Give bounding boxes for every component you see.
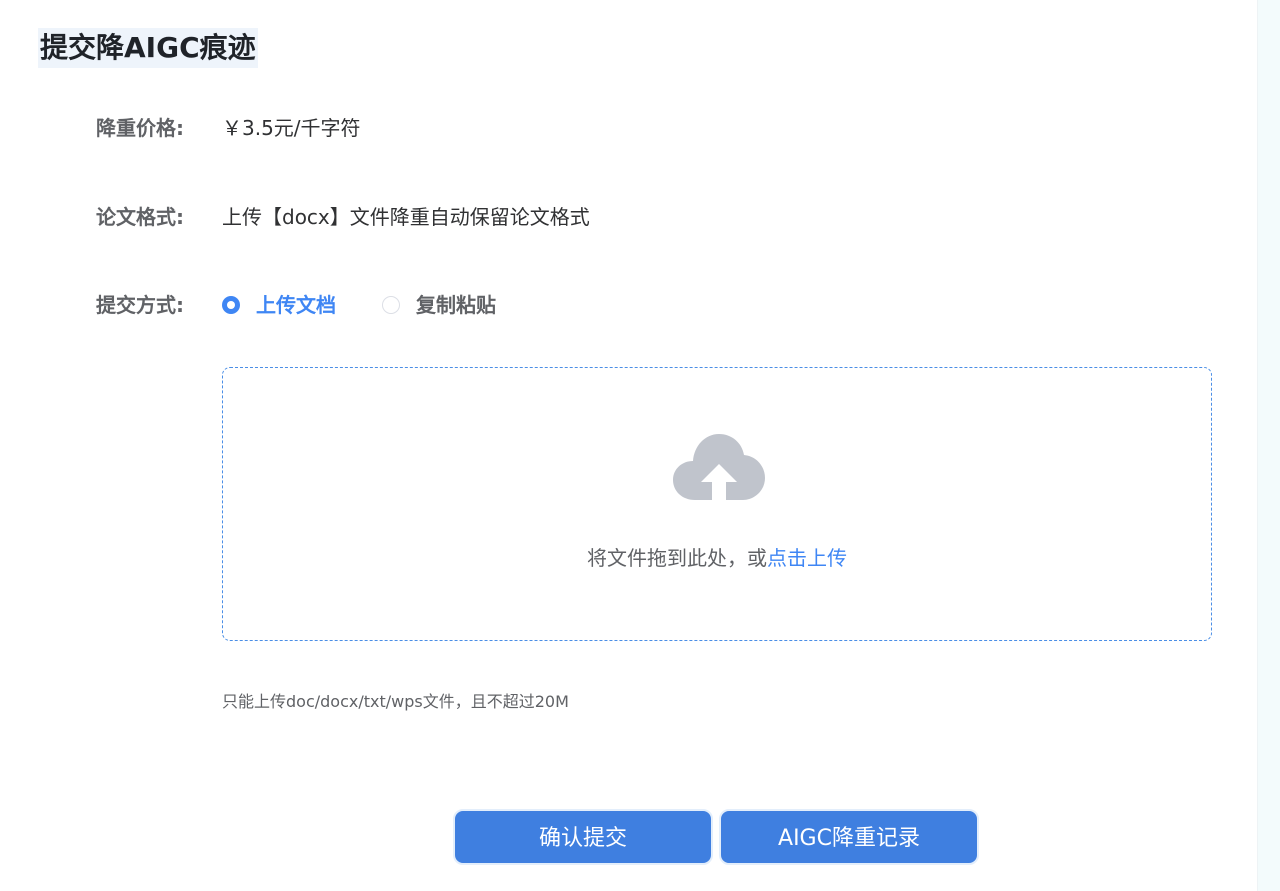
confirm-submit-button[interactable]: 确认提交 [453,809,713,865]
upload-hint-text: 将文件拖到此处，或 [587,546,767,570]
radio-upload-document[interactable]: 上传文档 [222,290,336,320]
method-label: 提交方式: [96,293,184,317]
upload-tip: 只能上传doc/docx/txt/wps文件，且不超过20M [222,692,569,711]
price-label: 降重价格: [96,116,184,140]
radio-copy-paste-label: 复制粘贴 [416,293,496,317]
upload-dropzone[interactable]: 将文件拖到此处，或点击上传 [222,367,1212,641]
method-radio-group: 上传文档 复制粘贴 [222,290,542,320]
format-value: 上传【docx】文件降重自动保留论文格式 [222,205,590,229]
radio-checked-icon[interactable] [222,296,240,314]
cloud-upload-icon [673,434,765,500]
radio-copy-paste[interactable]: 复制粘贴 [382,290,496,320]
format-row: 论文格式: 上传【docx】文件降重自动保留论文格式 [96,202,590,232]
page: 提交降AIGC痕迹 降重价格: ￥3.5元/千字符 论文格式: 上传【docx】… [0,0,1280,891]
format-label: 论文格式: [96,205,184,229]
aigc-records-button[interactable]: AIGC降重记录 [719,809,979,865]
price-value: ￥3.5元/千字符 [222,116,361,140]
page-title: 提交降AIGC痕迹 [38,28,258,68]
upload-hint: 将文件拖到此处，或点击上传 [223,542,1211,571]
radio-unchecked-icon[interactable] [382,296,400,314]
right-scroll-strip [1257,0,1280,891]
radio-upload-document-label: 上传文档 [256,293,336,317]
click-to-upload-link[interactable]: 点击上传 [767,546,847,570]
price-row: 降重价格: ￥3.5元/千字符 [96,113,361,143]
method-row: 提交方式: 上传文档 复制粘贴 [96,290,542,320]
